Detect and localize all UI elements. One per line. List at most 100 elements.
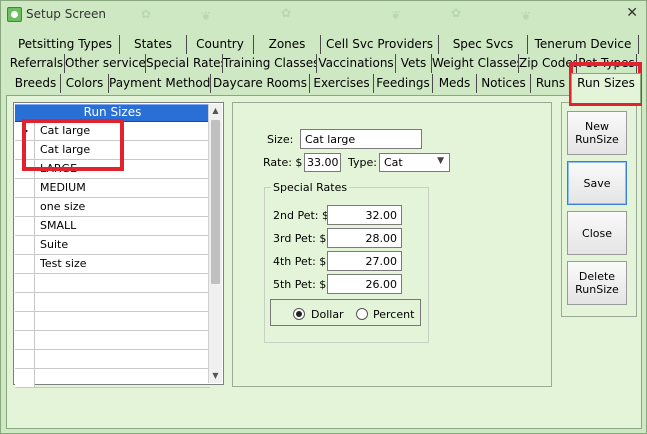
tab-special-rates[interactable]: Special Rates [146,54,223,73]
percent-radio[interactable] [356,308,368,320]
tab-spec-svcs[interactable]: Spec Svcs [439,35,528,54]
tab-zones[interactable]: Zones [254,35,321,54]
table-row[interactable] [15,293,210,312]
row-selector[interactable] [15,350,35,368]
pet4-rate-input[interactable] [327,251,402,271]
scroll-thumb[interactable] [211,120,220,284]
row-size-name: one size [40,200,86,213]
table-row[interactable]: one size [15,198,210,217]
table-row[interactable]: MEDIUM [15,179,210,198]
rate-label: Rate: $ [263,156,303,169]
vertical-scrollbar[interactable]: ▲ ▼ [208,104,222,383]
rate-input[interactable] [304,153,341,172]
tab-meds[interactable]: Meds [433,74,477,93]
tab-weight-classes[interactable]: Weight Classes [432,54,519,73]
pet2-rate-input[interactable] [327,205,402,225]
tab-referrals[interactable]: Referrals [9,54,65,73]
row-selector[interactable] [15,198,35,216]
tab-vaccinations[interactable]: Vaccinations [317,54,396,73]
tab-states[interactable]: States [120,35,187,54]
tab-breeds[interactable]: Breeds [11,74,61,93]
tab-tenerum-device[interactable]: Tenerum Device [528,35,639,54]
save-button[interactable]: Save [567,161,627,205]
tab-colors[interactable]: Colors [61,74,109,93]
butterfly-icon: ❦ [521,9,532,23]
row-selector[interactable] [15,369,35,387]
tab-vets[interactable]: Vets [396,54,432,73]
size-input[interactable] [300,129,422,149]
current-row-indicator-icon[interactable] [15,122,35,140]
row-selector[interactable] [15,179,35,197]
row-size-name: Cat large [40,124,91,137]
scroll-down-arrow-icon[interactable]: ▼ [209,369,222,383]
flower-icon: ✿ [281,6,292,20]
table-row[interactable] [15,274,210,293]
tab-country[interactable]: Country [187,35,254,54]
table-row[interactable]: Suite [15,236,210,255]
row-selector[interactable] [15,217,35,235]
tab-zip-codes[interactable]: Zip Codes [519,54,577,73]
title-bar[interactable]: Setup Screen ✿ ❦ ✿ ❦ ✿ ❦ ✕ [1,1,646,27]
tab-training-classes[interactable]: Training Classes [223,54,317,73]
new-runsize-button[interactable]: New RunSize [567,111,627,155]
grid-header[interactable]: Run Sizes [15,104,210,122]
row-selector[interactable] [15,312,35,330]
setup-window: Setup Screen ✿ ❦ ✿ ❦ ✿ ❦ ✕ Petsitting Ty… [0,0,647,434]
delete-runsize-button[interactable]: Delete RunSize [567,261,627,305]
row-size-name: LARGE [40,162,78,175]
row-selector[interactable] [15,331,35,349]
special-rates-title: Special Rates [271,181,350,194]
pet5-rate-input[interactable] [327,274,402,294]
tab-feedings[interactable]: Feedings [374,74,433,93]
table-row[interactable]: Cat large [15,122,210,141]
window-title: Setup Screen [26,7,106,21]
row-selector[interactable] [15,274,35,292]
row-selector[interactable] [15,141,35,159]
row-selector[interactable] [15,255,35,273]
dollar-radio-label[interactable]: Dollar [311,308,344,321]
table-row[interactable]: Test size [15,255,210,274]
dollar-radio[interactable] [293,308,305,320]
tab-daycare-rooms[interactable]: Daycare Rooms [211,74,310,93]
size-label: Size: [267,133,294,146]
scroll-up-arrow-icon[interactable]: ▲ [209,104,222,118]
pet3-rate-input[interactable] [327,228,402,248]
row-size-name: MEDIUM [40,181,86,194]
type-label: Type: [348,156,377,169]
flower-icon: ✿ [451,6,462,20]
row-selector[interactable] [15,236,35,254]
tab-pet-types[interactable]: Pet Types [577,54,637,73]
table-row[interactable]: LARGE [15,160,210,179]
tab-petsitting-types[interactable]: Petsitting Types [11,35,120,54]
row-size-name: Test size [40,257,87,270]
tab-row-3: Breeds Colors Payment Methods Daycare Ro… [1,73,641,103]
tab-notices[interactable]: Notices [477,74,531,93]
row-size-name: Suite [40,238,69,251]
row-selector[interactable] [15,160,35,178]
row-selector[interactable] [15,293,35,311]
chevron-down-icon: ▼ [437,156,444,166]
flower-icon: ✿ [141,7,152,21]
tab-row-1: Petsitting Types States Country Zones Ce… [1,35,641,55]
tab-payment-methods[interactable]: Payment Methods [109,74,211,93]
table-row[interactable] [15,312,210,331]
tab-runs[interactable]: Runs [531,74,571,93]
close-button[interactable]: Close [567,211,627,255]
row-size-name: SMALL [40,219,77,232]
table-row[interactable]: SMALL [15,217,210,236]
percent-radio-label[interactable]: Percent [373,308,414,321]
table-row[interactable] [15,331,210,350]
pet3-label: 3rd Pet: $ [273,232,327,245]
close-window-button[interactable]: ✕ [626,5,638,21]
pet4-label: 4th Pet: $ [273,255,327,268]
tab-other-services[interactable]: Other services [65,54,146,73]
tab-exercises[interactable]: Exercises [310,74,374,93]
type-select[interactable]: Cat ▼ [379,153,450,172]
table-row[interactable] [15,369,210,388]
tab-run-sizes[interactable]: Run Sizes [571,73,641,103]
table-row[interactable] [15,350,210,369]
run-sizes-grid[interactable]: Run Sizes Cat large Cat large LARGE MEDIUM o… [13,102,224,388]
tab-cell-svc-providers[interactable]: Cell Svc Providers [321,35,439,54]
table-row[interactable]: Cat large [15,141,210,160]
butterfly-icon: ❦ [201,9,212,23]
